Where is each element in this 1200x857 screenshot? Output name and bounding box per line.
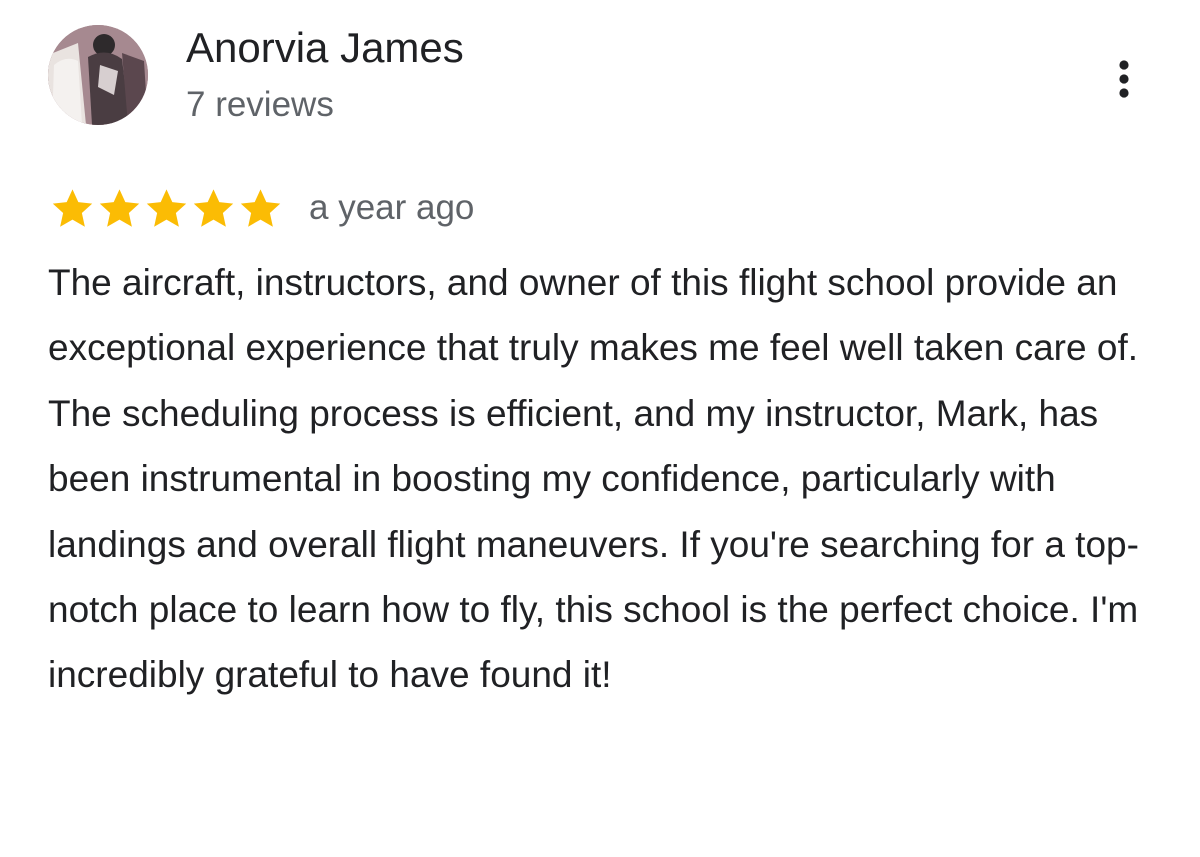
avatar-photo [48, 25, 148, 125]
star-icon [240, 188, 281, 227]
review-count: 7 reviews [186, 85, 334, 124]
more-vert-icon [1119, 60, 1129, 98]
star-icon [146, 188, 187, 227]
star-icon [52, 188, 93, 227]
more-options-button[interactable] [1104, 56, 1144, 102]
avatar[interactable] [48, 25, 148, 125]
star-icon [99, 188, 140, 227]
review-date: a year ago [309, 188, 475, 227]
review-text: The aircraft, instructors, and owner of … [48, 262, 1139, 696]
star-icon [193, 188, 234, 227]
star-rating [50, 186, 283, 231]
review-card: Anorvia James 7 reviews a year ago The a… [0, 0, 1200, 857]
reviewer-name[interactable]: Anorvia James [186, 24, 464, 72]
rating-row: a year ago [50, 184, 474, 232]
